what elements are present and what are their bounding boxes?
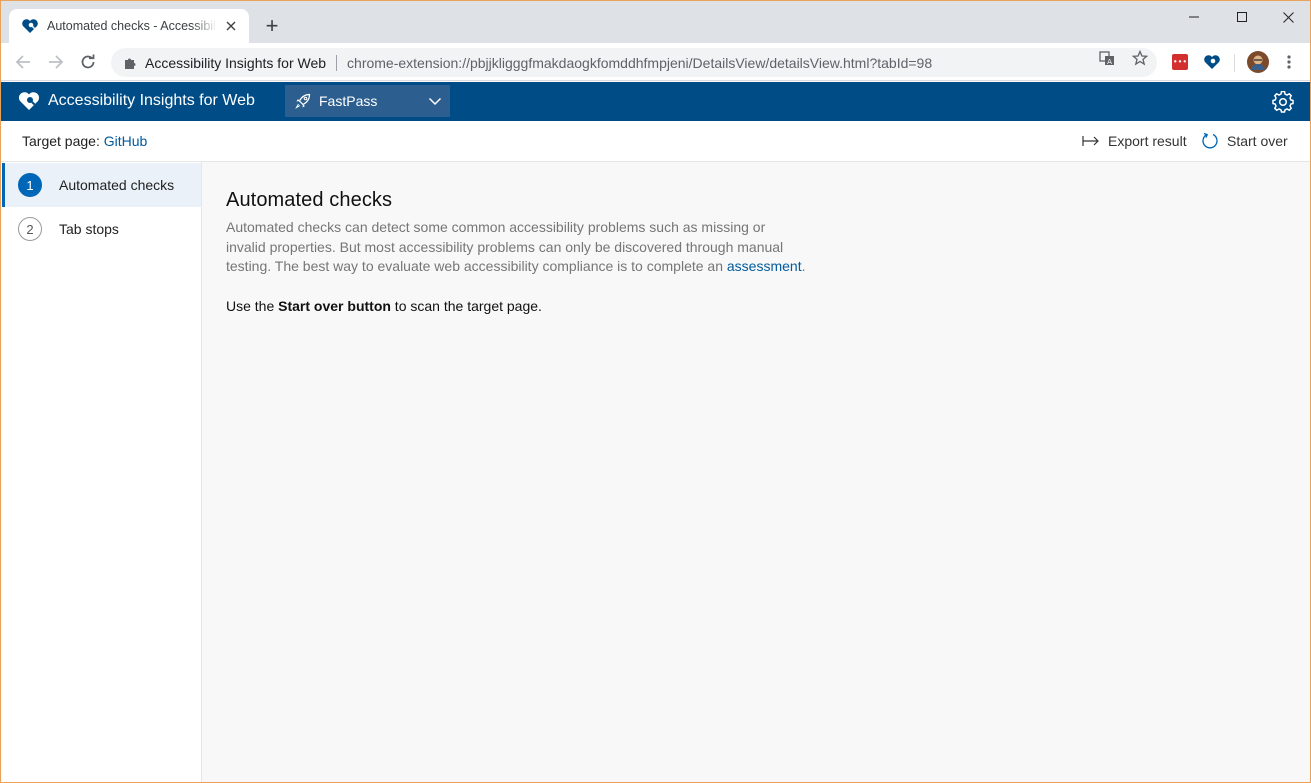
address-bar[interactable]: Accessibility Insights for Web chrome-ex… (111, 48, 1157, 77)
svg-text:•••: ••• (1173, 58, 1187, 67)
omnibox-separator (336, 54, 338, 71)
app-header: Accessibility Insights for Web FastPass (1, 82, 1310, 121)
mode-dropdown-label: FastPass (319, 93, 378, 109)
export-result-label: Export result (1108, 133, 1187, 149)
start-over-label: Start over (1227, 133, 1288, 149)
export-arrow-icon (1082, 136, 1099, 146)
svg-text:A: A (1107, 58, 1112, 66)
command-bar: Target page: GitHub Export result Start … (1, 121, 1310, 162)
nav-item-automated-checks[interactable]: 1 Automated checks (2, 163, 201, 207)
forward-arrow-icon[interactable] (43, 49, 69, 75)
nav-item-tab-stops[interactable]: 2 Tab stops (2, 207, 201, 251)
browser-tab[interactable]: Automated checks - Accessibility Insight… (9, 9, 249, 43)
password-manager-extension-icon[interactable]: ••• (1170, 52, 1190, 72)
toolbar-separator (1234, 54, 1235, 72)
minimize-icon[interactable] (1171, 1, 1217, 33)
start-over-button[interactable]: Start over (1201, 131, 1288, 151)
instruction-post: to scan the target page. (390, 297, 542, 314)
nav-item-label: Tab stops (59, 221, 119, 237)
export-result-button[interactable]: Export result (1082, 131, 1187, 151)
profile-avatar[interactable] (1247, 51, 1269, 73)
target-page-link[interactable]: GitHub (104, 133, 148, 149)
app-logo-icon (18, 91, 40, 113)
description: Automated checks can detect some common … (226, 218, 806, 277)
mode-dropdown[interactable]: FastPass (285, 85, 450, 117)
maximize-icon[interactable] (1219, 1, 1265, 33)
assessment-link[interactable]: assessment (727, 258, 802, 274)
back-arrow-icon[interactable] (10, 49, 36, 75)
tab-strip: Automated checks - Accessibility Insight… (1, 1, 1310, 43)
extension-puzzle-icon (123, 56, 137, 70)
omnibox-extension-name: Accessibility Insights for Web (145, 54, 327, 71)
instruction: Use the Start over button to scan the ta… (226, 298, 1286, 314)
accessibility-insights-extension-icon[interactable] (1202, 52, 1222, 72)
instruction-bold: Start over button (278, 297, 391, 314)
new-tab-button[interactable]: + (259, 13, 285, 39)
target-page-prefix: Target page: (22, 133, 104, 149)
refresh-icon (1202, 132, 1218, 149)
accessibility-insights-heart-icon (21, 17, 39, 35)
translate-icon[interactable]: A (1098, 49, 1116, 67)
close-window-icon[interactable] (1265, 1, 1310, 33)
left-nav: 1 Automated checks 2 Tab stops (2, 162, 202, 782)
nav-item-number: 2 (18, 217, 42, 241)
browser-toolbar: Accessibility Insights for Web chrome-ex… (1, 43, 1310, 81)
chevron-down-icon (428, 94, 442, 108)
url-text: chrome-extension://pbjjkligggfmakdaogkfo… (347, 54, 933, 71)
reload-icon[interactable] (75, 49, 101, 75)
browser-window: Automated checks - Accessibility Insight… (0, 0, 1311, 783)
target-page-label: Target page: GitHub (22, 133, 147, 149)
nav-item-label: Automated checks (59, 177, 175, 193)
tab-close-icon[interactable] (223, 18, 239, 34)
nav-item-number: 1 (18, 173, 42, 197)
page-title: Automated checks (226, 189, 393, 211)
browser-menu-icon[interactable] (1279, 52, 1299, 72)
instruction-pre: Use the (226, 297, 279, 314)
settings-gear-icon[interactable] (1272, 90, 1294, 113)
rocket-icon (295, 93, 311, 109)
main-content: Automated checks Automated checks can de… (226, 189, 1286, 314)
tab-title: Automated checks - Accessibility Insight… (47, 19, 217, 33)
description-text: Automated checks can detect some common … (226, 219, 784, 274)
bookmark-star-icon[interactable] (1131, 49, 1149, 67)
description-end: . (801, 258, 806, 274)
app-title: Accessibility Insights for Web (48, 92, 255, 109)
